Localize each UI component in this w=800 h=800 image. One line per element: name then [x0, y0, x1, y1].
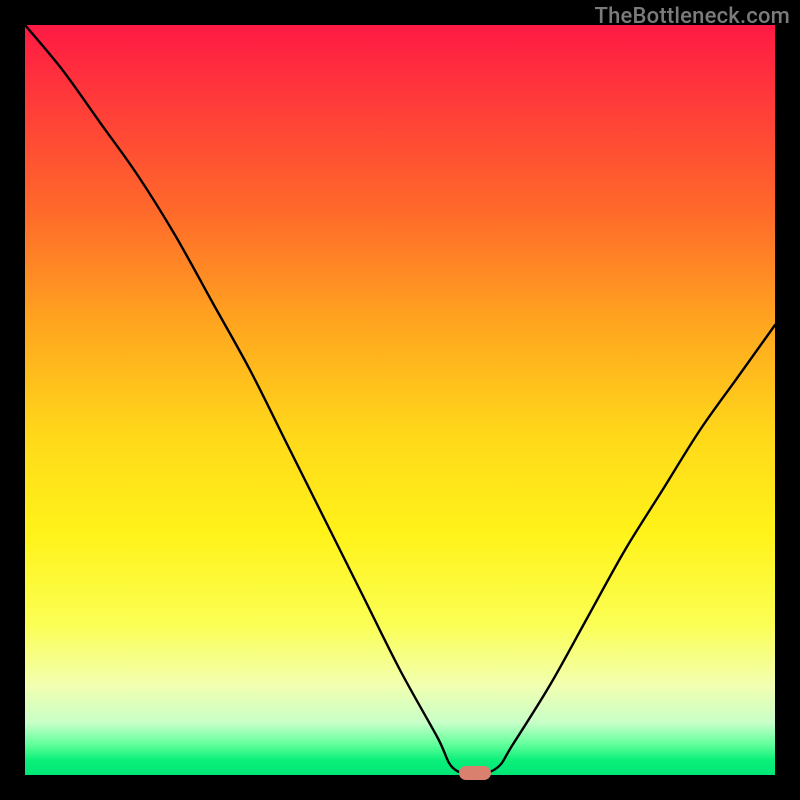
minimum-marker: [459, 766, 491, 780]
bottleneck-curve: [25, 25, 775, 775]
chart-frame: TheBottleneck.com: [0, 0, 800, 800]
